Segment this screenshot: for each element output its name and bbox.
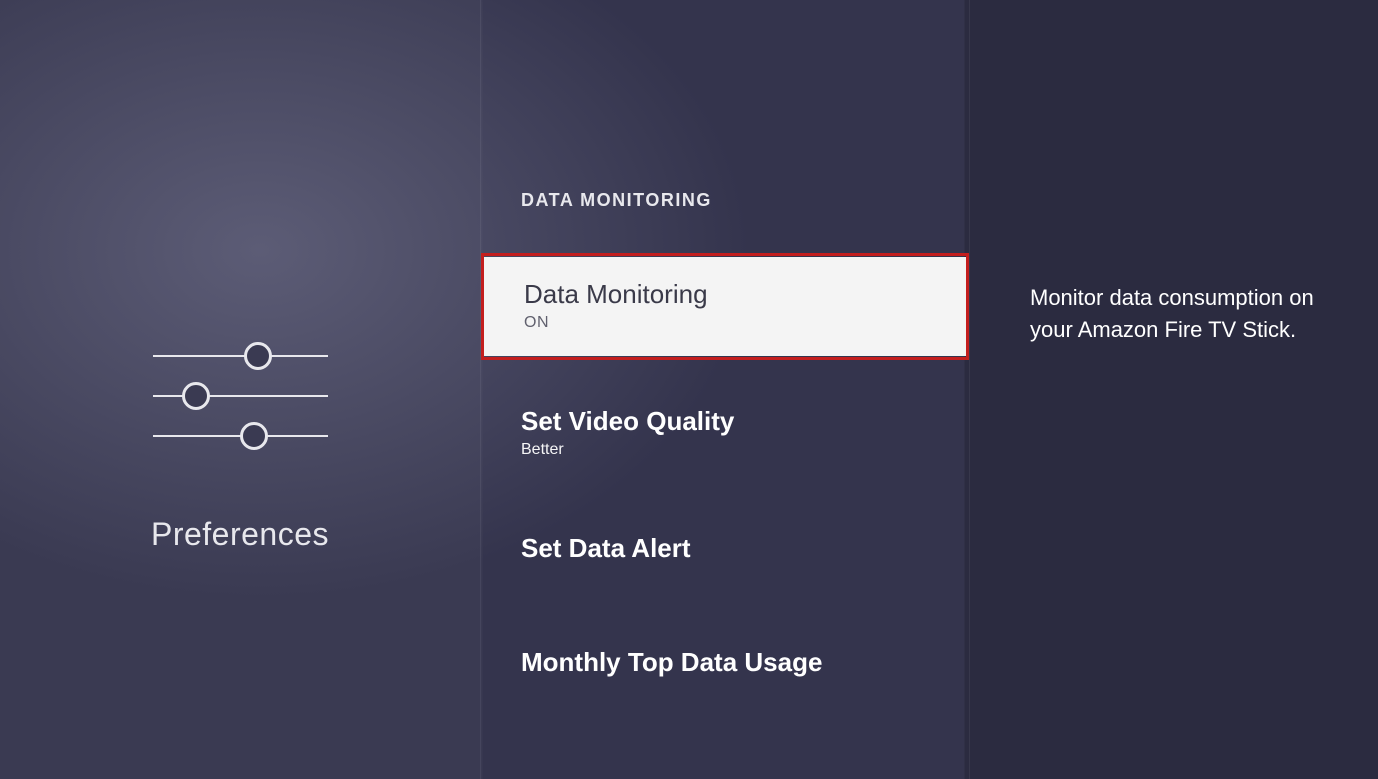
left-panel: Preferences [0, 0, 480, 779]
menu-item-set-data-alert[interactable]: Set Data Alert [481, 507, 969, 592]
menu-item-label: Set Video Quality [521, 406, 929, 437]
description-panel: Monitor data consumption on your Amazon … [970, 0, 1378, 779]
menu-item-monthly-top-data-usage[interactable]: Monthly Top Data Usage [481, 621, 969, 706]
section-title: Preferences [151, 516, 329, 553]
selected-item-highlight: Data Monitoring ON [481, 253, 969, 360]
menu-item-data-monitoring[interactable]: Data Monitoring ON [484, 257, 966, 356]
settings-screen: Preferences DATA MONITORING Data Monitor… [0, 0, 1378, 779]
menu-item-value: ON [524, 314, 926, 332]
menu-item-label: Data Monitoring [524, 279, 926, 310]
menu-item-value: Better [521, 441, 929, 459]
menu-item-set-video-quality[interactable]: Set Video Quality Better [481, 388, 969, 479]
menu-item-label: Monthly Top Data Usage [521, 639, 929, 686]
settings-list-panel: DATA MONITORING Data Monitoring ON Set V… [480, 0, 970, 779]
settings-header: DATA MONITORING [481, 190, 969, 229]
menu-list: Data Monitoring ON Set Video Quality Bet… [481, 229, 969, 706]
item-description: Monitor data consumption on your Amazon … [1030, 282, 1338, 346]
menu-item-label: Set Data Alert [521, 525, 929, 572]
preferences-sliders-icon [153, 336, 328, 456]
